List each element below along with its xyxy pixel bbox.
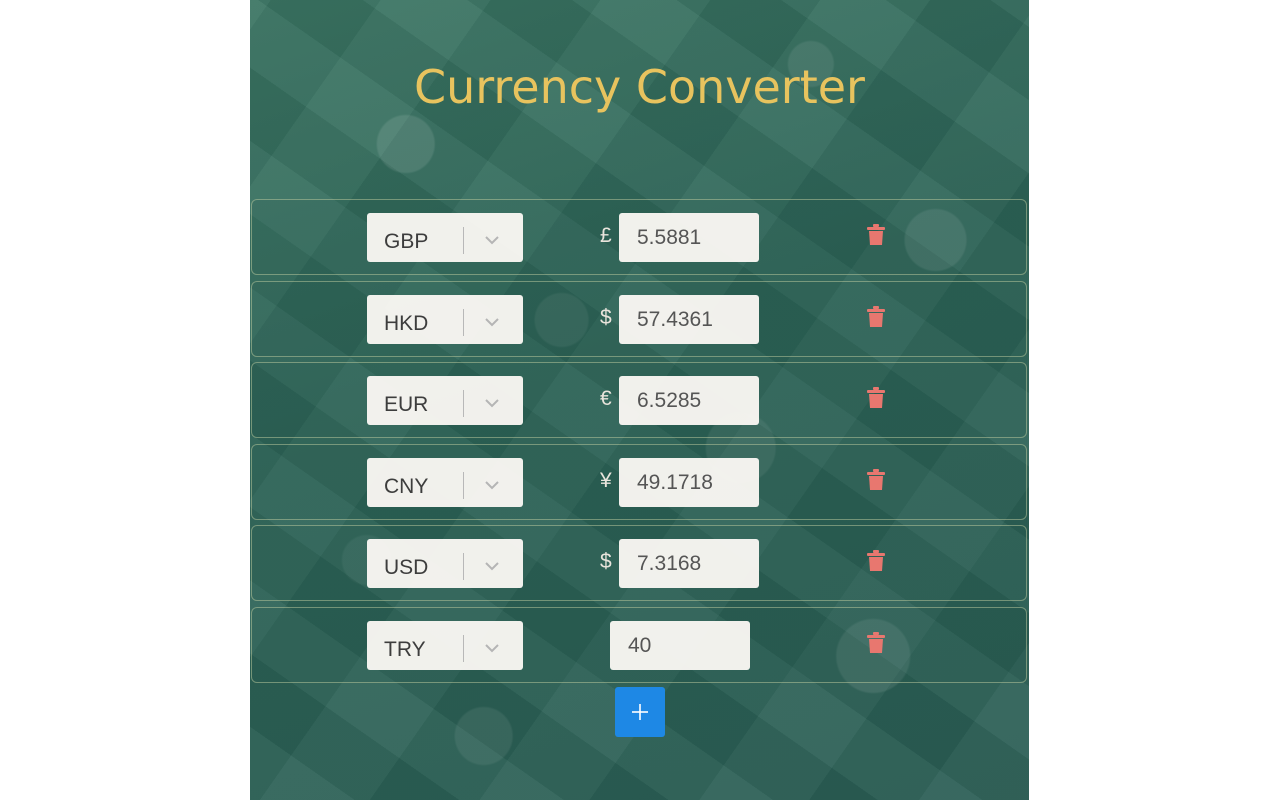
currency-symbol: € [600,387,612,410]
currency-select[interactable]: USD [367,539,523,588]
amount-input[interactable] [610,621,750,670]
currency-code: CNY [384,475,429,498]
currency-symbol: ¥ [600,469,612,492]
trash-icon[interactable] [866,632,886,654]
currency-symbol: $ [600,306,612,329]
amount-input[interactable] [619,539,759,588]
add-currency-button[interactable] [615,687,665,737]
currency-row: HKD $ [251,281,1027,357]
chevron-down-icon [485,562,499,571]
trash-icon[interactable] [866,469,886,491]
amount-input[interactable] [619,376,759,425]
chevron-down-icon [485,236,499,245]
converter-panel: Currency Converter GBP £ HKD $ EUR € [250,0,1029,800]
chevron-down-icon [485,399,499,408]
currency-row: TRY [251,607,1027,683]
currency-row: GBP £ [251,199,1027,275]
currency-row: USD $ [251,525,1027,601]
chevron-down-icon [485,481,499,490]
currency-select[interactable]: GBP [367,213,523,262]
trash-icon[interactable] [866,387,886,409]
select-separator [463,309,464,336]
select-separator [463,390,464,417]
select-separator [463,472,464,499]
amount-input[interactable] [619,458,759,507]
currency-select[interactable]: EUR [367,376,523,425]
select-separator [463,227,464,254]
chevron-down-icon [485,644,499,653]
currency-row: CNY ¥ [251,444,1027,520]
currency-code: USD [384,556,429,579]
page-title: Currency Converter [414,60,865,114]
trash-icon[interactable] [866,306,886,328]
currency-code: GBP [384,230,429,253]
currency-row: EUR € [251,362,1027,438]
currency-code: EUR [384,393,429,416]
plus-icon [632,704,648,720]
amount-input[interactable] [619,295,759,344]
currency-select[interactable]: CNY [367,458,523,507]
trash-icon[interactable] [866,550,886,572]
currency-code: TRY [384,638,426,661]
select-separator [463,553,464,580]
currency-symbol: £ [600,224,612,247]
currency-select[interactable]: TRY [367,621,523,670]
chevron-down-icon [485,318,499,327]
currency-code: HKD [384,312,429,335]
amount-input[interactable] [619,213,759,262]
currency-select[interactable]: HKD [367,295,523,344]
trash-icon[interactable] [866,224,886,246]
currency-symbol: $ [600,550,612,573]
select-separator [463,635,464,662]
